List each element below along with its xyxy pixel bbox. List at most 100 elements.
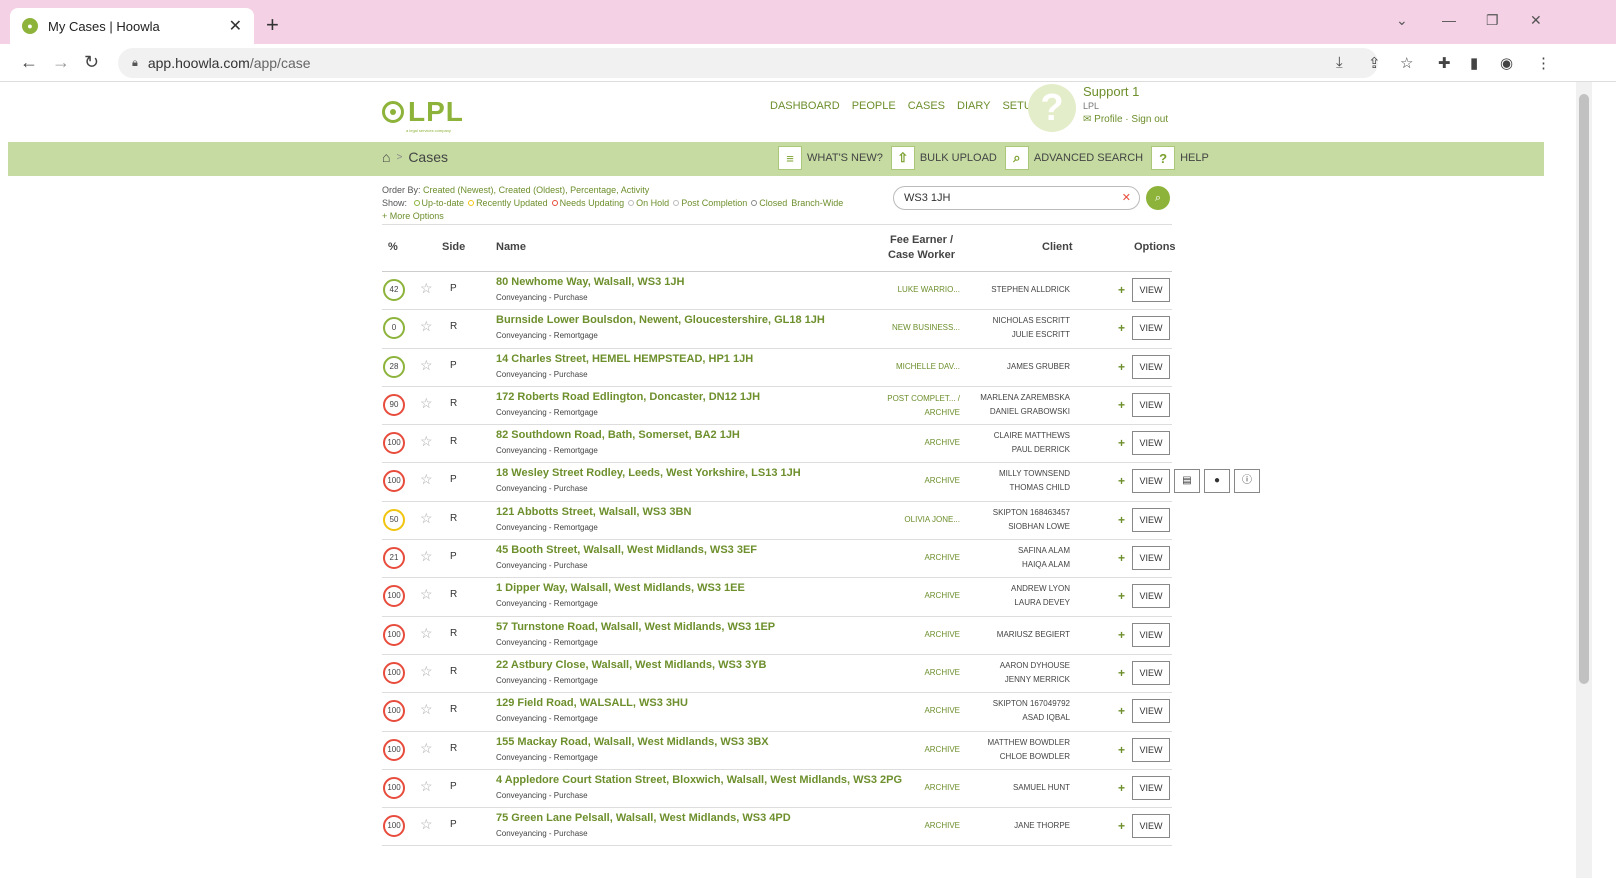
tab-search-icon[interactable]: ⌄ <box>1396 12 1408 29</box>
profile-signout-links[interactable]: Profile · Sign out <box>1094 114 1168 125</box>
order-created-oldest[interactable]: Created (Oldest), <box>499 185 568 195</box>
case-name-link[interactable]: 80 Newhome Way, Walsall, WS3 1JH <box>496 276 685 288</box>
add-icon[interactable]: + <box>1118 398 1125 412</box>
order-percentage[interactable]: Percentage, <box>570 185 619 195</box>
view-button[interactable]: VIEW <box>1132 392 1170 417</box>
browser-menu-icon[interactable]: ⋮ <box>1536 54 1551 72</box>
tab-close-icon[interactable]: ✕ <box>229 16 242 36</box>
case-name-link[interactable]: 18 Wesley Street Rodley, Leeds, West Yor… <box>496 467 801 479</box>
case-name-link[interactable]: 82 Southdown Road, Bath, Somerset, BA2 1… <box>496 429 740 441</box>
profile-avatar-icon[interactable]: ◉ <box>1500 54 1513 72</box>
add-icon[interactable]: + <box>1118 628 1125 642</box>
favourite-star-icon[interactable]: ☆ <box>420 663 433 680</box>
more-options-link[interactable]: + More Options <box>382 210 882 223</box>
favourite-star-icon[interactable]: ☆ <box>420 740 433 757</box>
url-bar[interactable]: 🔒︎ app.hoowla.com/app/case <box>118 48 1378 78</box>
search-button[interactable]: ⌕ <box>1146 186 1170 210</box>
view-button[interactable]: VIEW <box>1132 546 1170 571</box>
favourite-star-icon[interactable]: ☆ <box>420 318 433 335</box>
favourite-star-icon[interactable]: ☆ <box>420 433 433 450</box>
home-icon[interactable]: ⌂ <box>382 149 390 165</box>
back-arrow-icon[interactable]: ← <box>20 52 38 73</box>
bookmark-star-icon[interactable]: ☆ <box>1400 54 1413 72</box>
search-input[interactable]: WS3 1JH ✕ <box>893 186 1140 210</box>
favourite-star-icon[interactable]: ☆ <box>420 778 433 795</box>
forward-arrow-icon[interactable]: → <box>52 52 70 73</box>
favourite-star-icon[interactable]: ☆ <box>420 625 433 642</box>
add-icon[interactable]: + <box>1118 551 1125 565</box>
add-icon[interactable]: + <box>1118 743 1125 757</box>
case-name-link[interactable]: 75 Green Lane Pelsall, Walsall, West Mid… <box>496 812 791 824</box>
install-app-icon[interactable]: ⤓ <box>1336 54 1343 71</box>
add-icon[interactable]: + <box>1118 781 1125 795</box>
case-name-link[interactable]: 129 Field Road, WALSALL, WS3 3HU <box>496 697 688 709</box>
extensions-puzzle-icon[interactable]: ✚ <box>1438 54 1451 72</box>
add-icon[interactable]: + <box>1118 360 1125 374</box>
side-panel-icon[interactable]: ▮ <box>1470 54 1478 72</box>
nav-dashboard[interactable]: DASHBOARD <box>770 100 840 112</box>
show-filter-option[interactable]: Recently Updated <box>476 198 548 208</box>
share-icon[interactable]: ⇪ <box>1368 54 1381 72</box>
case-name-link[interactable]: 22 Astbury Close, Walsall, West Midlands… <box>496 659 766 671</box>
add-icon[interactable]: + <box>1118 589 1125 603</box>
view-button[interactable]: VIEW <box>1132 507 1170 532</box>
add-icon[interactable]: + <box>1118 666 1125 680</box>
case-name-link[interactable]: 14 Charles Street, HEMEL HEMPSTEAD, HP1 … <box>496 353 753 365</box>
view-button[interactable]: VIEW <box>1132 737 1170 762</box>
view-button[interactable]: VIEW <box>1132 622 1170 647</box>
view-button[interactable]: VIEW <box>1132 278 1170 302</box>
favourite-star-icon[interactable]: ☆ <box>420 471 433 488</box>
show-filter-option[interactable]: Closed <box>759 198 787 208</box>
view-button[interactable]: VIEW <box>1132 316 1170 341</box>
add-icon[interactable]: + <box>1118 474 1125 488</box>
user-links[interactable]: ✉ Profile · Sign out <box>1083 114 1168 125</box>
page-scrollbar[interactable] <box>1576 82 1592 878</box>
scrollbar-thumb[interactable] <box>1579 94 1589 684</box>
add-icon[interactable]: + <box>1118 513 1125 527</box>
add-icon[interactable]: + <box>1118 819 1125 833</box>
view-button[interactable]: VIEW <box>1132 469 1170 494</box>
favourite-star-icon[interactable]: ☆ <box>420 816 433 833</box>
lpl-logo[interactable]: LPL a legal services company <box>382 96 464 133</box>
view-button[interactable]: VIEW <box>1132 354 1170 379</box>
nav-people[interactable]: PEOPLE <box>852 100 896 112</box>
case-name-link[interactable]: 155 Mackay Road, Walsall, West Midlands,… <box>496 736 769 748</box>
order-created-newest[interactable]: Created (Newest), <box>423 185 496 195</box>
favourite-star-icon[interactable]: ☆ <box>420 548 433 565</box>
add-icon[interactable]: + <box>1118 704 1125 718</box>
doc-icon[interactable]: ▤ <box>1174 469 1200 494</box>
case-name-link[interactable]: 45 Booth Street, Walsall, West Midlands,… <box>496 544 757 556</box>
show-filter-option[interactable]: Needs Updating <box>560 198 625 208</box>
help-button[interactable]: ? HELP <box>1151 146 1209 170</box>
view-button[interactable]: VIEW <box>1132 699 1170 724</box>
add-icon[interactable]: + <box>1118 321 1125 335</box>
user-avatar[interactable]: ? <box>1028 84 1076 132</box>
nav-diary[interactable]: DIARY <box>957 100 990 112</box>
comment-icon[interactable]: ● <box>1204 469 1230 494</box>
reload-icon[interactable]: ↻ <box>84 52 99 73</box>
favourite-star-icon[interactable]: ☆ <box>420 510 433 527</box>
case-name-link[interactable]: 172 Roberts Road Edlington, Doncaster, D… <box>496 391 760 403</box>
favourite-star-icon[interactable]: ☆ <box>420 357 433 374</box>
favourite-star-icon[interactable]: ☆ <box>420 586 433 603</box>
show-filter-option[interactable]: Up-to-date <box>422 198 465 208</box>
view-button[interactable]: VIEW <box>1132 660 1170 685</box>
show-filter-option[interactable]: On Hold <box>636 198 669 208</box>
favourite-star-icon[interactable]: ☆ <box>420 701 433 718</box>
view-button[interactable]: VIEW <box>1132 775 1170 800</box>
advanced-search-button[interactable]: ⌕ ADVANCED SEARCH <box>1004 146 1143 170</box>
favourite-star-icon[interactable]: ☆ <box>420 280 433 297</box>
browser-tab[interactable]: ● My Cases | Hoowla ✕ <box>10 8 254 44</box>
view-button[interactable]: VIEW <box>1132 431 1170 456</box>
new-tab-button[interactable]: + <box>266 12 279 38</box>
case-name-link[interactable]: 1 Dipper Way, Walsall, West Midlands, WS… <box>496 582 745 594</box>
branch-wide-option[interactable]: Branch-Wide <box>791 198 843 208</box>
restore-button[interactable]: ❐ <box>1486 12 1499 29</box>
info-icon[interactable]: ⓘ <box>1234 469 1260 494</box>
case-name-link[interactable]: 57 Turnstone Road, Walsall, West Midland… <box>496 621 775 633</box>
order-activity[interactable]: Activity <box>621 185 650 195</box>
add-icon[interactable]: + <box>1118 436 1125 450</box>
close-window-button[interactable]: ✕ <box>1530 12 1542 29</box>
add-icon[interactable]: + <box>1118 283 1125 297</box>
clear-search-icon[interactable]: ✕ <box>1122 191 1131 204</box>
